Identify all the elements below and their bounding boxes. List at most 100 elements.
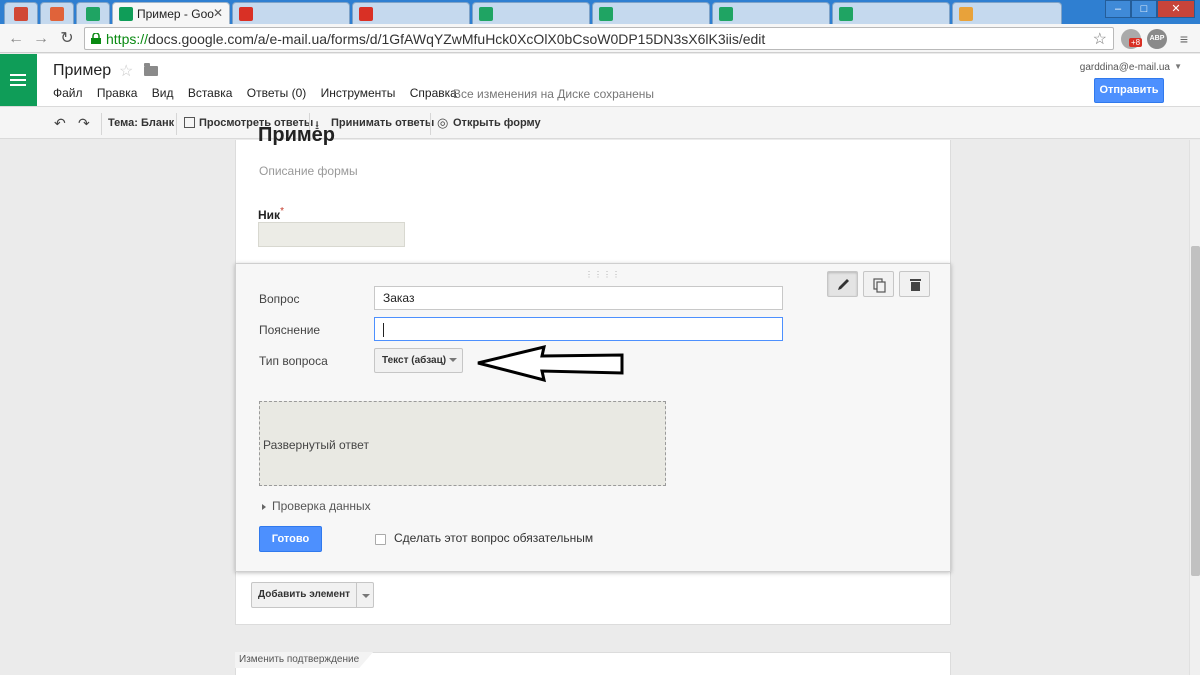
page-scrollbar[interactable]	[1189, 140, 1200, 675]
tab-page-5[interactable]	[232, 2, 350, 24]
sheets-icon	[479, 7, 493, 21]
tab-page-11[interactable]	[952, 2, 1062, 24]
close-tab-icon[interactable]: ✕	[213, 6, 223, 20]
web-icon	[959, 7, 973, 21]
send-button[interactable]: Отправить	[1094, 78, 1164, 103]
text-cursor	[383, 322, 384, 337]
forward-icon[interactable]: →	[31, 29, 51, 49]
menu-view[interactable]: Вид	[152, 86, 174, 100]
sheets-icon	[719, 7, 733, 21]
form-title[interactable]: Пример	[258, 124, 335, 147]
bookmark-star-icon[interactable]: ☆	[1093, 29, 1107, 49]
url-text: https://docs.google.com/a/e-mail.ua/form…	[106, 31, 766, 47]
menu-edit[interactable]: Правка	[97, 86, 138, 100]
menu-icon[interactable]: ≡	[1174, 29, 1194, 49]
required-checkbox-label[interactable]: Сделать этот вопрос обязательным	[394, 531, 593, 545]
menu-insert[interactable]: Вставка	[188, 86, 233, 100]
address-bar[interactable]: https://docs.google.com/a/e-mail.ua/form…	[84, 27, 1114, 50]
required-mark: *	[280, 206, 284, 217]
gmail-icon	[14, 7, 28, 21]
delete-button[interactable]	[899, 271, 930, 297]
browser-toolbar: ← → ↻ https://docs.google.com/a/e-mail.u…	[0, 24, 1200, 53]
account-email[interactable]: garddina@e-mail.ua	[1080, 62, 1170, 73]
undo-icon[interactable]: ↶	[54, 115, 66, 132]
lock-icon	[91, 33, 101, 44]
sheets-icon	[599, 7, 613, 21]
form-toolbar: ↶ ↷ Тема: Бланк Просмотреть ответы ⭳ При…	[0, 106, 1200, 139]
theme-button[interactable]: Тема: Бланк	[108, 117, 174, 129]
tab-gmail[interactable]	[4, 2, 38, 24]
tab-page-6[interactable]	[352, 2, 470, 24]
edit-button[interactable]	[827, 271, 858, 297]
reload-icon[interactable]: ↻	[57, 29, 77, 49]
question-label[interactable]: Ник*	[258, 206, 284, 222]
tab-drive[interactable]	[76, 2, 110, 24]
document-title[interactable]: Пример	[53, 62, 111, 80]
account-caret-icon[interactable]: ▼	[1174, 62, 1182, 71]
back-icon[interactable]: ←	[6, 29, 26, 49]
redo-icon[interactable]: ↷	[78, 115, 90, 132]
adblock-icon[interactable]: ABP	[1147, 29, 1167, 49]
menu-help[interactable]: Справка	[410, 86, 457, 100]
tab-page-10[interactable]	[832, 2, 950, 24]
question-title-label: Вопрос	[259, 292, 300, 306]
scrollbar-thumb[interactable]	[1191, 246, 1200, 576]
question-title-input[interactable]: Заказ	[374, 286, 783, 310]
menu-responses[interactable]: Ответы (0)	[247, 86, 306, 100]
close-window-button[interactable]: ✕	[1157, 0, 1195, 18]
tab-page-8[interactable]	[592, 2, 710, 24]
open-form-button[interactable]: Открыть форму	[453, 117, 541, 129]
pencil-icon	[838, 279, 849, 290]
question-type-value: Текст (абзац)	[382, 355, 447, 366]
drag-handle-icon[interactable]: ⋮⋮⋮⋮	[585, 270, 621, 279]
duplicate-button[interactable]	[863, 271, 894, 297]
tab-page-9[interactable]	[712, 2, 830, 24]
question-type-select[interactable]: Текст (абзац)	[374, 348, 463, 373]
required-checkbox[interactable]	[375, 534, 386, 545]
chevron-down-icon	[449, 358, 457, 362]
trash-icon	[910, 279, 921, 291]
tab-active-form[interactable]: Пример - Goo ✕	[112, 2, 230, 25]
data-validation-toggle[interactable]: Проверка данных	[262, 499, 371, 513]
sheets-icon	[839, 7, 853, 21]
maximize-window-button[interactable]: □	[1131, 0, 1157, 18]
annotation-arrow-icon	[477, 344, 624, 383]
forms-app-icon[interactable]	[0, 54, 37, 106]
done-button[interactable]: Готово	[259, 526, 322, 552]
menu-tools[interactable]: Инструменты	[321, 86, 396, 100]
minimize-window-button[interactable]: ‒	[1105, 0, 1131, 18]
answer-preview: Развернутый ответ	[259, 401, 666, 486]
save-status: Все изменения на Диске сохранены	[453, 87, 655, 101]
menu-file[interactable]: Файл	[53, 86, 83, 100]
table-icon	[184, 117, 195, 128]
copy-icon	[873, 278, 886, 293]
web-icon	[359, 7, 373, 21]
adblock-label: ABP	[1149, 35, 1165, 42]
drive-icon	[86, 7, 100, 21]
question-type-label: Тип вопроса	[259, 354, 328, 368]
star-icon[interactable]: ☆	[119, 61, 133, 81]
expand-triangle-icon	[262, 503, 266, 510]
extension-badge: +8	[1129, 38, 1143, 47]
question-answer-field	[258, 222, 405, 247]
question-edit-card: ⋮⋮⋮⋮ Вопрос Заказ Пояснение Тип вопроса …	[235, 263, 951, 572]
chevron-down-icon	[362, 594, 370, 598]
edit-confirmation-tab[interactable]: Изменить подтверждение	[235, 652, 374, 668]
tab-title: Пример - Goo	[137, 7, 214, 21]
form-description[interactable]: Описание формы	[259, 164, 358, 178]
folder-icon[interactable]	[144, 63, 158, 76]
tab-calendar[interactable]	[40, 2, 74, 24]
calendar-icon	[50, 7, 64, 21]
answer-preview-text: Развернутый ответ	[263, 438, 369, 452]
web-icon	[239, 7, 253, 21]
help-text-input[interactable]	[374, 317, 783, 341]
globe-icon: ◎	[437, 115, 449, 130]
extension-icon[interactable]: +8	[1121, 29, 1143, 49]
accept-responses-button[interactable]: Принимать ответы	[331, 117, 434, 129]
forms-icon	[119, 7, 133, 21]
tab-page-7[interactable]	[472, 2, 590, 24]
add-item-button[interactable]: Добавить элемент	[251, 582, 357, 608]
menu-bar: Файл Правка Вид Вставка Ответы (0) Инстр…	[53, 86, 468, 104]
add-item-dropdown[interactable]	[356, 582, 374, 608]
browser-tab-strip: Пример - Goo ✕ ‒ □ ✕	[0, 0, 1200, 25]
